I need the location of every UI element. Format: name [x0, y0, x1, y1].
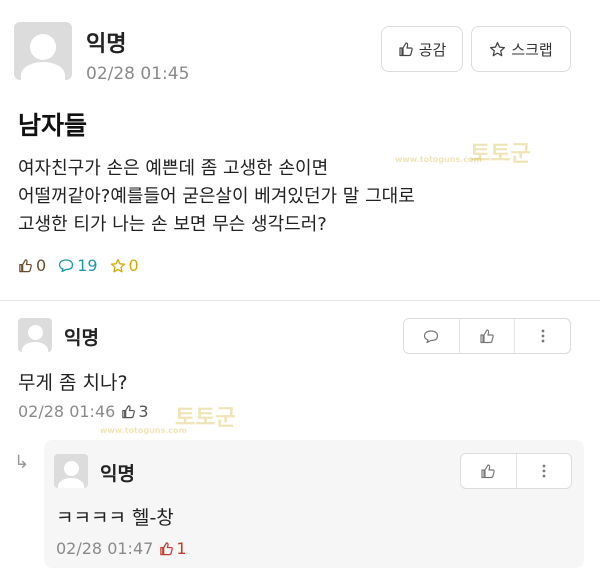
post-avatar [14, 22, 72, 80]
reply-like-count: 1 [159, 539, 187, 558]
thumbs-up-icon [481, 464, 495, 479]
watermark-url: www.totoguns.com [100, 426, 187, 435]
thumbs-up-icon [480, 329, 494, 344]
star-icon [490, 41, 506, 56]
reply-like-count-value: 1 [176, 539, 187, 558]
post-time: 02/28 01:45 [86, 64, 190, 84]
reply-meta: 02/28 01:47 1 [56, 539, 187, 558]
reply-button[interactable] [404, 319, 459, 353]
comment-avatar [18, 318, 52, 352]
reply-actions [460, 453, 572, 489]
post-body: 여자친구가 손은 예쁜데 좀 고생한 손이면 어떨꺼같아?예를들어 굳은살이 베… [18, 155, 438, 239]
reply-author: 익명 [100, 463, 135, 485]
comment-like-count: 3 [121, 402, 149, 421]
watermark-url: www.totoguns.com [395, 155, 482, 164]
more-vertical-icon [542, 464, 546, 478]
comment-like-button[interactable] [458, 319, 515, 353]
post-body-line: 어떨꺼같아?예를들어 굳은살이 베겨있던가 말 그대로 [18, 186, 415, 207]
star-icon [110, 258, 125, 272]
reply-like-button[interactable] [461, 454, 516, 488]
like-count-value: 0 [36, 256, 47, 275]
speech-bubble-icon [59, 259, 74, 273]
more-options-button[interactable] [514, 319, 570, 353]
reply-text: ㅋㅋㅋㅋ 헬-창 [56, 507, 174, 529]
post-body-line: 고생한 티가 나는 손 보면 무슨 생각드러? [18, 214, 327, 235]
comment-actions [403, 318, 571, 354]
comment-time: 02/28 01:46 [18, 402, 116, 421]
reply-arrow-icon: ↳ [14, 452, 30, 473]
reply-time: 02/28 01:47 [56, 539, 154, 558]
comment-count-value: 19 [77, 256, 98, 275]
comment-like-count-value: 3 [138, 402, 149, 421]
post-author: 익명 [86, 32, 127, 57]
reply-avatar [54, 454, 88, 488]
reply-more-options-button[interactable] [515, 454, 572, 488]
comment-count: 19 [58, 256, 98, 275]
thumbs-up-icon [399, 42, 413, 57]
speech-bubble-icon [424, 329, 439, 343]
thumbs-up-icon [160, 542, 174, 556]
section-divider [0, 300, 600, 301]
thumbs-up-icon [19, 259, 32, 273]
post-stats: 0 19 0 [18, 256, 139, 275]
comment-text: 무게 좀 치나? [18, 372, 128, 394]
like-count: 0 [18, 256, 46, 275]
like-button[interactable]: 공감 [381, 26, 463, 72]
comment-meta: 02/28 01:46 3 [18, 402, 149, 421]
scrap-button-label: 스크랩 [511, 40, 553, 59]
like-button-label: 공감 [418, 40, 447, 59]
post-body-line: 여자친구가 손은 예쁜데 좀 고생한 손이면 [18, 158, 329, 179]
comment-author: 익명 [64, 327, 99, 349]
more-vertical-icon [541, 329, 545, 343]
scrap-count-value: 0 [128, 256, 139, 275]
scrap-button[interactable]: 스크랩 [471, 26, 571, 72]
thumbs-up-icon [122, 405, 136, 419]
post-title: 남자들 [18, 111, 88, 140]
scrap-count: 0 [110, 256, 139, 275]
